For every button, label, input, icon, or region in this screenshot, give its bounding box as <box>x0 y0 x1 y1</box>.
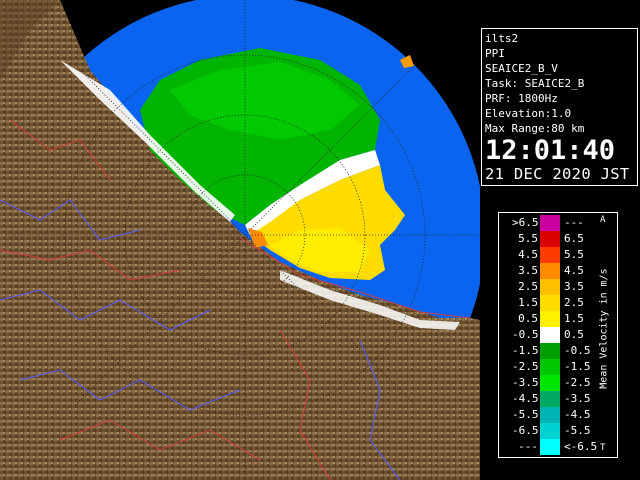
legend-color-swatch <box>540 311 560 327</box>
legend-low-value: -6.5 <box>512 424 539 437</box>
legend-color-swatch <box>540 327 560 343</box>
legend-high-value: -0.5 <box>564 344 591 357</box>
legend-color-swatch <box>540 247 560 263</box>
radar-name: ilts2 <box>485 32 519 45</box>
task-name: Task: SEAICE2_B <box>485 77 585 90</box>
elevation-value: Elevation:1.0 <box>485 107 572 120</box>
scan-type: PPI <box>485 47 505 60</box>
legend-high-value: 6.5 <box>564 232 584 245</box>
legend-color-swatch <box>540 375 560 391</box>
legend-corner-top: A <box>600 215 606 225</box>
legend-low-value: >6.5 <box>512 216 539 229</box>
velocity-color-legend: >6.5 --- 5.5 6.5 4.5 5.5 3.5 4.5 2.5 3.5 1.5 2.5 0.5… <box>498 212 618 458</box>
legend-color-swatch <box>540 423 560 439</box>
prf-value: PRF: 1800Hz <box>485 92 558 105</box>
legend-high-value: 3.5 <box>564 280 584 293</box>
legend-high-value: -4.5 <box>564 408 591 421</box>
legend-high-value: -1.5 <box>564 360 591 373</box>
legend-low-value: 5.5 <box>518 232 538 245</box>
scan-date: 21 DEC 2020 JST <box>485 165 630 183</box>
legend-high-value: <-6.5 <box>564 440 598 453</box>
legend-low-value: -4.5 <box>512 392 539 405</box>
legend-color-swatch <box>540 263 560 279</box>
scan-info-panel: ilts2 PPI SEAICE2_B_V Task: SEAICE2_B PR… <box>481 28 638 186</box>
scan-time: 12:01:40 <box>485 135 616 166</box>
legend-low-value: 2.5 <box>518 280 538 293</box>
legend-high-value: -2.5 <box>564 376 591 389</box>
legend-low-value: 0.5 <box>518 312 538 325</box>
legend-low-value: -2.5 <box>512 360 539 373</box>
legend-high-value: 5.5 <box>564 248 584 261</box>
legend-corner-bottom: T <box>600 443 606 453</box>
legend-color-swatch <box>540 279 560 295</box>
radar-map-svg <box>0 0 480 480</box>
legend-color-swatch <box>540 231 560 247</box>
legend-high-value: 2.5 <box>564 296 584 309</box>
product-name: SEAICE2_B_V <box>485 62 558 75</box>
legend-title-column: Mean Velocity in m/s A T <box>594 213 616 457</box>
legend-low-value: -3.5 <box>512 376 539 389</box>
legend-low-value: --- <box>518 440 538 453</box>
legend-color-swatch <box>540 295 560 311</box>
radar-display-window: ilts2 PPI SEAICE2_B_V Task: SEAICE2_B PR… <box>0 0 640 480</box>
legend-high-value: 1.5 <box>564 312 584 325</box>
legend-color-swatch <box>540 343 560 359</box>
legend-high-value: 0.5 <box>564 328 584 341</box>
legend-high-value: -5.5 <box>564 424 591 437</box>
legend-low-value: -0.5 <box>512 328 539 341</box>
legend-high-value: -3.5 <box>564 392 591 405</box>
legend-color-swatch <box>540 359 560 375</box>
legend-color-swatch <box>540 407 560 423</box>
legend-title: Mean Velocity in m/s <box>598 268 610 389</box>
max-range-value: Max Range:80 km <box>485 122 585 135</box>
legend-low-value: 3.5 <box>518 264 538 277</box>
legend-low-value: 4.5 <box>518 248 538 261</box>
legend-low-value: -1.5 <box>512 344 539 357</box>
legend-color-swatch <box>540 391 560 407</box>
radar-ppi-map[interactable] <box>0 0 480 480</box>
legend-high-value: 4.5 <box>564 264 584 277</box>
legend-low-value: -5.5 <box>512 408 539 421</box>
legend-low-value: 1.5 <box>518 296 538 309</box>
legend-color-swatch <box>540 215 560 231</box>
legend-color-swatch <box>540 439 560 455</box>
legend-high-value: --- <box>564 216 584 229</box>
